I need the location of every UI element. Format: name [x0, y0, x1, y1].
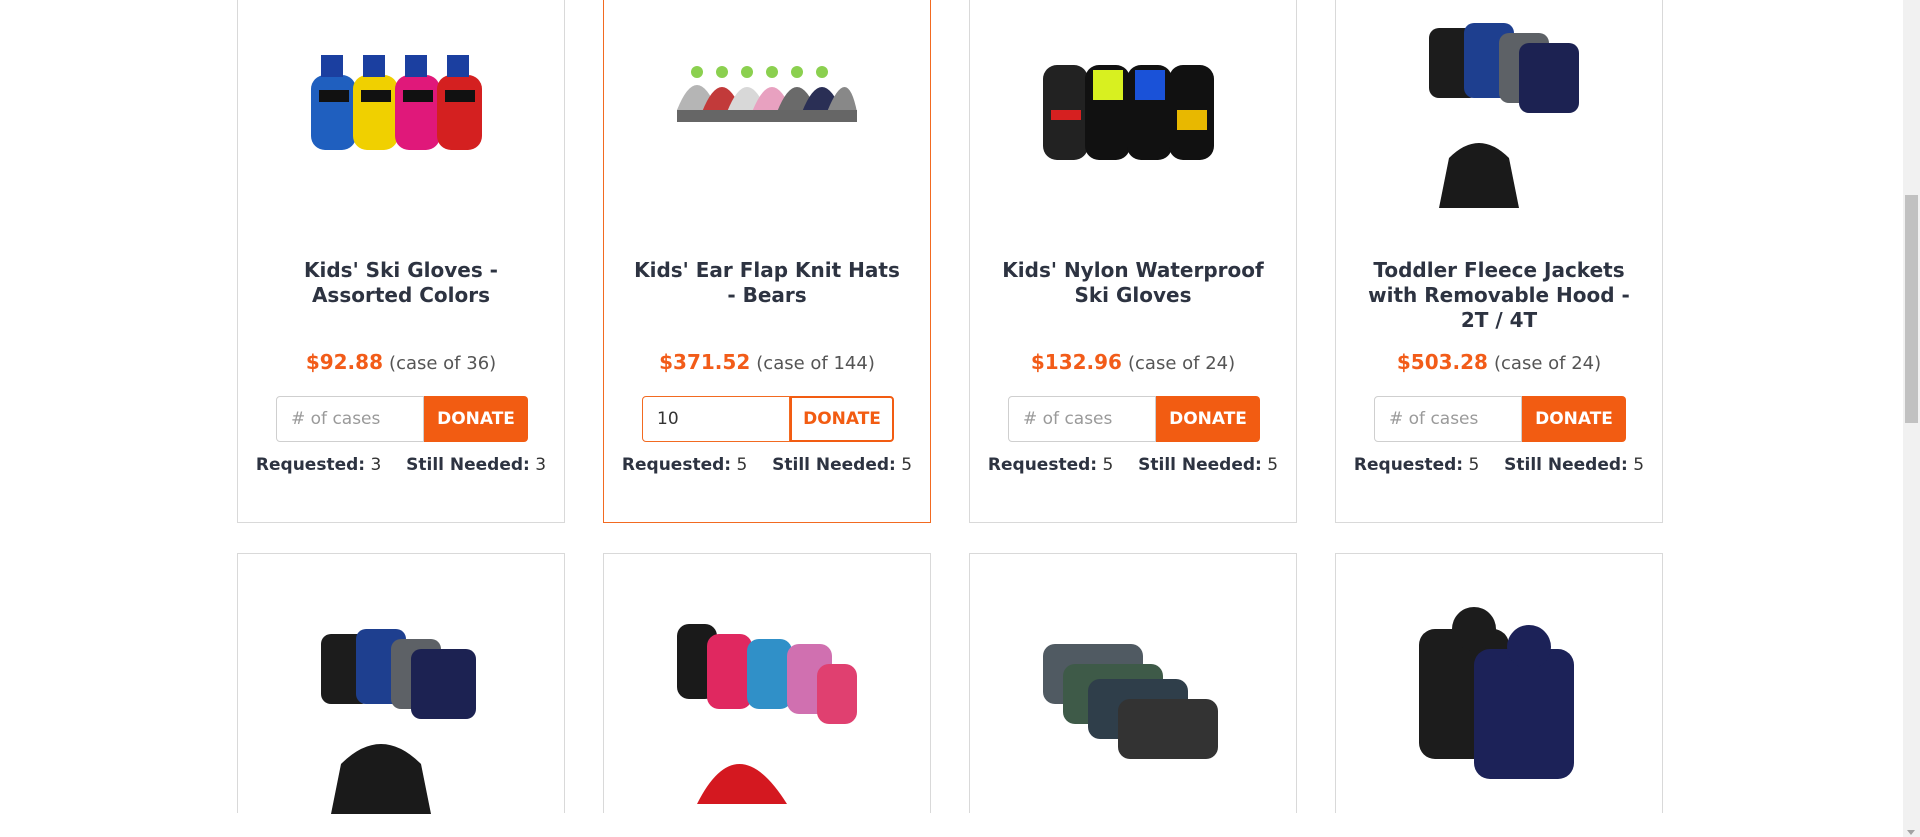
product-title[interactable]: Kids' Nylon Waterproof Ski Gloves [994, 258, 1272, 308]
case-size: (case of 24) [1128, 353, 1236, 374]
cases-input[interactable] [1008, 396, 1156, 442]
product-price: $92.88 [305, 350, 383, 374]
case-size: (case of 24) [1494, 353, 1602, 374]
product-image[interactable] [1336, 594, 1662, 824]
product-card: Kids' Ear Flap Knit Hats - Bears $371.52… [603, 0, 931, 523]
donate-button[interactable]: DONATE [1522, 396, 1626, 442]
product-image[interactable] [970, 594, 1296, 824]
fleece-jackets-image [1429, 23, 1579, 208]
requested-value: 5 [736, 455, 748, 475]
requested-label: Requested: [621, 455, 732, 475]
product-card: Kids' Ski Gloves - Assorted Colors $92.8… [237, 0, 565, 523]
requested-label: Requested: [1353, 455, 1464, 475]
product-image[interactable] [238, 594, 564, 824]
product-price: $132.96 [1030, 350, 1122, 374]
donate-form: DONATE [276, 396, 528, 442]
product-card: Kids' Nylon Waterproof Ski Gloves $132.9… [969, 0, 1297, 523]
price-line: $92.88 (case of 36) [238, 350, 564, 374]
price-line: $132.96 (case of 24) [970, 350, 1296, 374]
hooded-jackets-image [321, 629, 476, 814]
product-card [603, 553, 931, 813]
still-needed-value: 3 [535, 455, 547, 475]
need-counts: Requested: 5 Still Needed: 5 [970, 455, 1296, 475]
need-counts: Requested: 3 Still Needed: 3 [238, 455, 564, 475]
cases-input[interactable] [1374, 396, 1522, 442]
product-card [1335, 553, 1663, 813]
case-size: (case of 144) [756, 353, 875, 374]
need-counts: Requested: 5 Still Needed: 5 [1336, 455, 1662, 475]
product-image[interactable] [1336, 0, 1662, 220]
still-needed-label: Still Needed: [772, 455, 896, 475]
product-image[interactable] [970, 0, 1296, 220]
case-size: (case of 36) [389, 353, 497, 374]
scroll-down-arrow-icon[interactable] [1907, 830, 1915, 835]
donate-button[interactable]: DONATE [1156, 396, 1260, 442]
product-price: $503.28 [1396, 350, 1488, 374]
donate-form: DONATE [1374, 396, 1626, 442]
still-needed-value: 5 [901, 455, 913, 475]
product-title[interactable]: Toddler Fleece Jackets with Removable Ho… [1360, 258, 1638, 333]
donate-form: DONATE [642, 396, 894, 442]
donate-form: DONATE [1008, 396, 1260, 442]
cases-input[interactable] [276, 396, 424, 442]
scrollbar-thumb[interactable] [1905, 195, 1918, 423]
ski-gloves-image [311, 55, 482, 150]
cases-input[interactable] [642, 396, 790, 442]
price-line: $503.28 (case of 24) [1336, 350, 1662, 374]
price-line: $371.52 (case of 144) [604, 350, 930, 374]
requested-value: 5 [1102, 455, 1114, 475]
product-image[interactable] [238, 0, 564, 220]
knit-hats-image [677, 66, 857, 122]
requested-value: 3 [370, 455, 382, 475]
requested-label: Requested: [255, 455, 366, 475]
product-price: $371.52 [659, 350, 751, 374]
scrollbar[interactable] [1903, 0, 1920, 837]
product-title[interactable]: Kids' Ear Flap Knit Hats - Bears [628, 258, 906, 308]
product-title[interactable]: Kids' Ski Gloves - Assorted Colors [262, 258, 540, 308]
donate-button[interactable]: DONATE [790, 396, 894, 442]
boys-puffer-jackets-image [1043, 644, 1218, 759]
still-needed-label: Still Needed: [1504, 455, 1628, 475]
product-card: Toddler Fleece Jackets with Removable Ho… [1335, 0, 1663, 523]
girls-puffer-jackets-image [677, 624, 857, 804]
product-image[interactable] [604, 594, 930, 824]
requested-label: Requested: [987, 455, 1098, 475]
requested-value: 5 [1468, 455, 1480, 475]
still-needed-value: 5 [1267, 455, 1279, 475]
still-needed-value: 5 [1633, 455, 1645, 475]
product-grid: Kids' Ski Gloves - Assorted Colors $92.8… [237, 0, 1663, 814]
mens-puffer-jackets-image [1419, 607, 1574, 779]
need-counts: Requested: 5 Still Needed: 5 [604, 455, 930, 475]
nylon-gloves-image [1043, 65, 1214, 160]
donate-button[interactable]: DONATE [424, 396, 528, 442]
still-needed-label: Still Needed: [406, 455, 530, 475]
product-card [237, 553, 565, 814]
still-needed-label: Still Needed: [1138, 455, 1262, 475]
product-image[interactable] [604, 0, 930, 220]
product-card [969, 553, 1297, 813]
